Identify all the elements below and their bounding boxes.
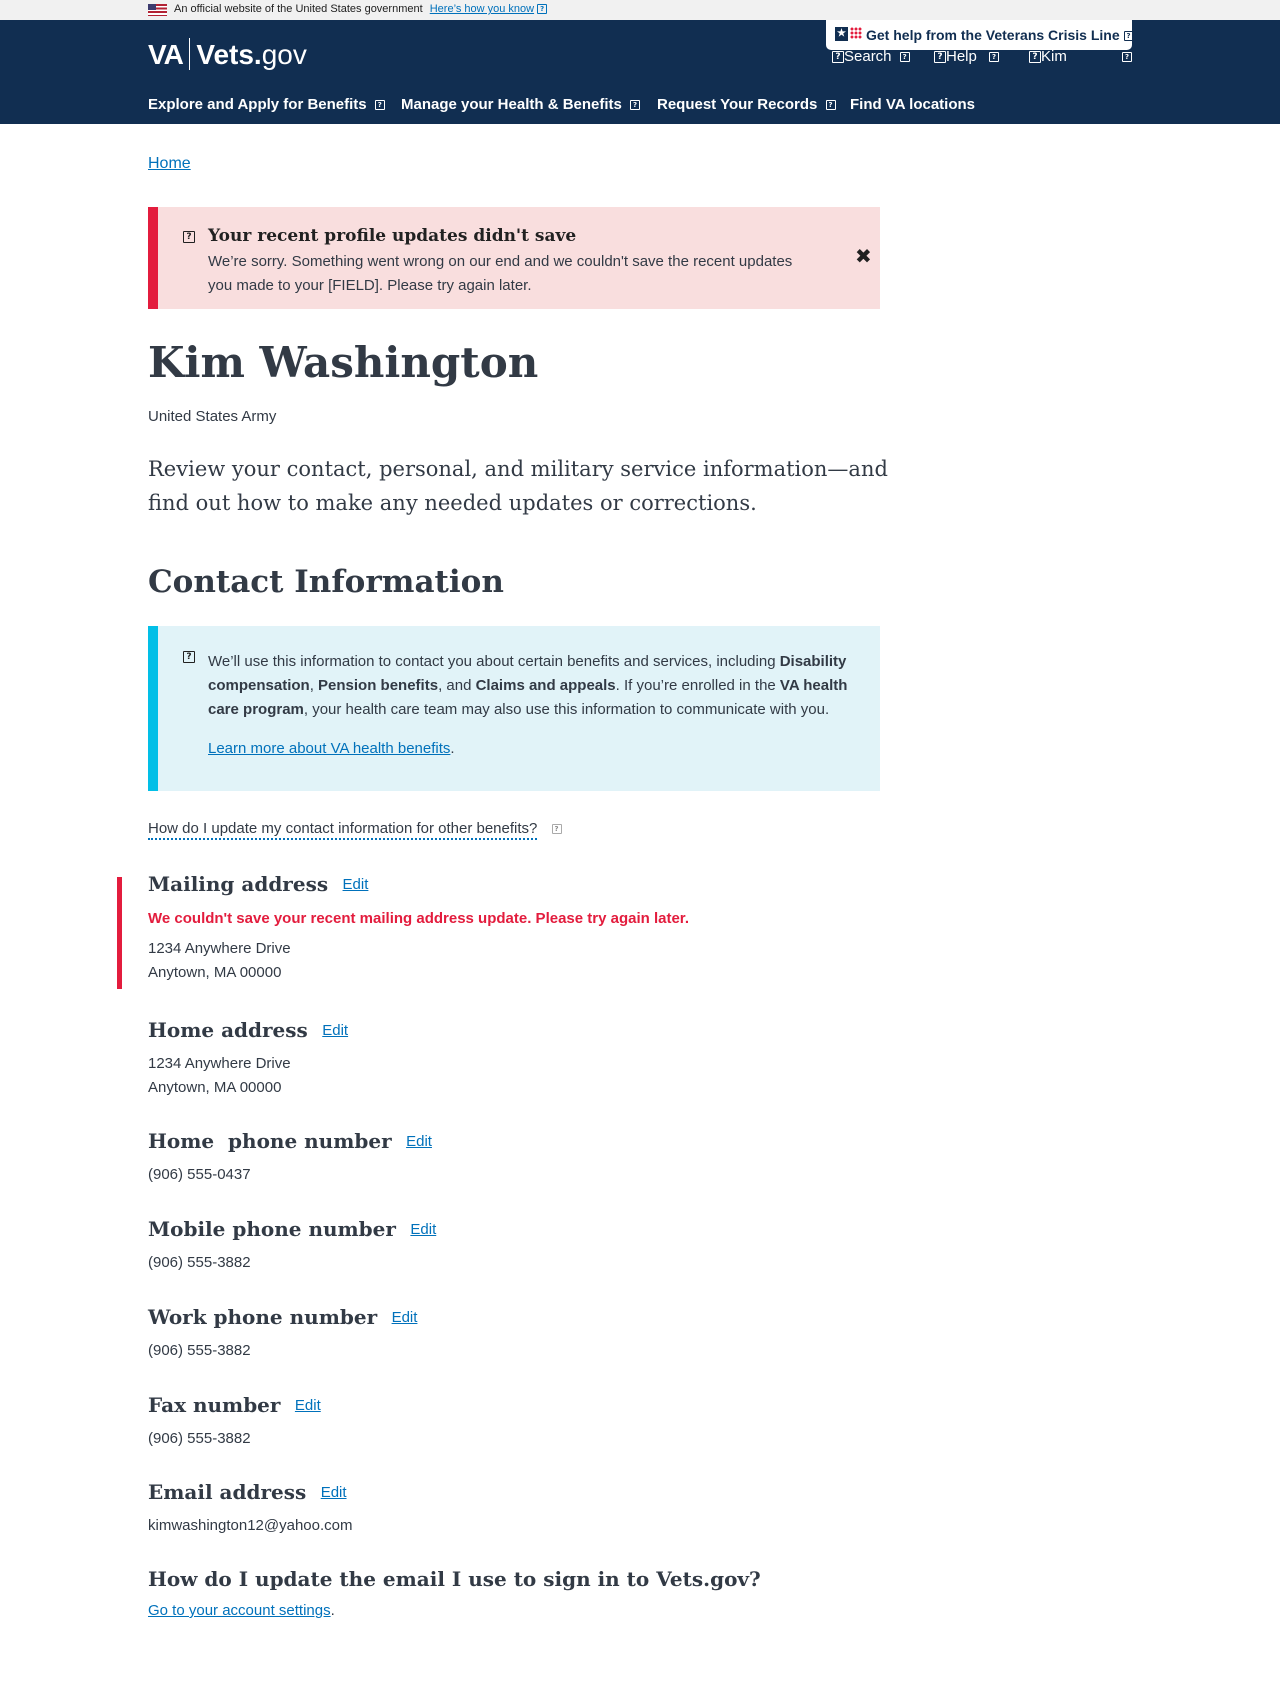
home-address-label: Home address: [148, 1018, 308, 1042]
fax-field: Fax number Edit (906) 555-3882: [148, 1393, 321, 1451]
home-phone-field: Home phone number Edit (906) 555-0437: [148, 1129, 432, 1187]
home-address-field: Home address Edit 1234 Anywhere Drive An…: [148, 1018, 348, 1100]
edit-mobile-phone-button[interactable]: Edit: [410, 1221, 436, 1238]
mobile-phone-field: Mobile phone number Edit (906) 555-3882: [148, 1217, 436, 1275]
error-alert: ? Your recent profile updates didn't sav…: [148, 207, 880, 309]
chevron-down-icon: ?: [989, 52, 1000, 63]
account-settings-line: Go to your account settings.: [148, 1602, 335, 1619]
gov-banner-text: An official website of the United States…: [174, 3, 548, 15]
chevron-down-icon: ?: [374, 100, 385, 111]
mobile-phone-value: (906) 555-3882: [148, 1254, 251, 1271]
crisis-line-button[interactable]: ★ Get help from the Veterans Crisis Line…: [826, 20, 1134, 50]
contact-help-toggle[interactable]: How do I update my contact information f…: [148, 820, 562, 840]
us-flag-icon: [148, 4, 167, 16]
intro-text: Review your contact, personal, and milit…: [148, 457, 888, 515]
info-alert: ? We’ll use this information to contact …: [148, 626, 880, 791]
mailing-address-field: Mailing address Edit We couldn't save yo…: [148, 872, 689, 985]
edit-email-button[interactable]: Edit: [321, 1484, 347, 1501]
chevron-down-icon: ?: [630, 100, 641, 111]
breadcrumb-home[interactable]: Home: [148, 155, 191, 173]
field-error-bar: [117, 877, 122, 989]
edit-fax-button[interactable]: Edit: [295, 1397, 321, 1414]
mailing-address-line2: Anytown, MA 00000: [148, 964, 282, 981]
page-title: Kim Washington: [148, 338, 539, 387]
error-alert-title: Your recent profile updates didn't save: [208, 226, 577, 246]
home-address-line1: 1234 Anywhere Drive: [148, 1055, 291, 1072]
work-phone-value: (906) 555-3882: [148, 1342, 251, 1359]
edit-home-phone-button[interactable]: Edit: [406, 1133, 432, 1150]
crisis-line-label: Get help from the Veterans Crisis Line ?: [866, 27, 1134, 43]
chevron-down-icon[interactable]: ?: [1122, 48, 1132, 65]
home-address-line2: Anytown, MA 00000: [148, 1079, 282, 1096]
home-phone-value: (906) 555-0437: [148, 1166, 251, 1183]
site-header: VA Vets.gov ★ Get help from the Veterans …: [0, 20, 1280, 124]
chevron-down-icon: ?: [825, 100, 836, 111]
vets-gov-logo[interactable]: VA Vets.gov: [148, 38, 307, 71]
heres-how-you-know-link[interactable]: Here’s how you know: [430, 3, 534, 15]
mobile-phone-label: Mobile phone number: [148, 1217, 396, 1241]
help-button[interactable]: ? Help ?: [934, 48, 1000, 65]
nav-manage-health[interactable]: Manage your Health & Benefits ?: [401, 96, 641, 113]
account-settings-link[interactable]: Go to your account settings: [148, 1602, 331, 1619]
star-icon: ★: [835, 27, 848, 41]
edit-mailing-address-button[interactable]: Edit: [343, 876, 369, 893]
learn-more-health-link[interactable]: Learn more about VA health benefits: [208, 740, 450, 757]
expand-icon[interactable]: ?: [537, 4, 548, 15]
mailing-address-error: We couldn't save your recent mailing add…: [148, 910, 689, 927]
gov-banner: An official website of the United States…: [0, 0, 1280, 20]
signin-email-heading: How do I update the email I use to sign …: [148, 1567, 761, 1591]
email-label: Email address: [148, 1480, 307, 1504]
user-icon: ?: [1029, 51, 1041, 64]
contact-help-question: How do I update my contact information f…: [148, 820, 538, 840]
nav-request-records[interactable]: Request Your Records ?: [657, 96, 836, 113]
edit-work-phone-button[interactable]: Edit: [392, 1309, 418, 1326]
info-icon: ?: [183, 651, 195, 663]
fax-label: Fax number: [148, 1393, 281, 1417]
close-icon[interactable]: ✖: [855, 244, 872, 268]
info-alert-body: We’ll use this information to contact yo…: [208, 653, 848, 718]
info-alert-link-line: Learn more about VA health benefits.: [208, 740, 455, 757]
work-phone-field: Work phone number Edit (906) 555-3882: [148, 1305, 417, 1363]
email-field: Email address Edit kimwashington12@yahoo…: [148, 1480, 353, 1538]
chevron-down-icon: ?: [551, 824, 562, 835]
logo-divider: [188, 38, 191, 70]
section-title-contact: Contact Information: [148, 564, 504, 600]
error-alert-body: We’re sorry. Something went wrong on our…: [208, 253, 793, 294]
alert-icon: ?: [183, 231, 195, 243]
nav-find-locations[interactable]: Find VA locations: [850, 96, 975, 113]
service-branch: United States Army: [148, 408, 277, 425]
fax-value: (906) 555-3882: [148, 1430, 251, 1447]
email-value: kimwashington12@yahoo.com: [148, 1517, 353, 1534]
chevron-down-icon: ?: [899, 52, 910, 63]
work-phone-label: Work phone number: [148, 1305, 378, 1329]
expand-icon: ?: [1123, 31, 1134, 42]
help-icon: ?: [934, 51, 946, 64]
mailing-address-label: Mailing address: [148, 872, 329, 896]
nav-explore-apply[interactable]: Explore and Apply for Benefits ?: [148, 96, 385, 113]
search-button[interactable]: ? Search ?: [832, 48, 910, 65]
home-phone-label: Home phone number: [148, 1129, 392, 1153]
edit-home-address-button[interactable]: Edit: [322, 1022, 348, 1039]
flag-dots-icon: [850, 27, 862, 39]
user-menu-button[interactable]: ? Kim: [1029, 48, 1067, 65]
mailing-address-line1: 1234 Anywhere Drive: [148, 940, 291, 957]
search-icon: ?: [832, 51, 844, 64]
